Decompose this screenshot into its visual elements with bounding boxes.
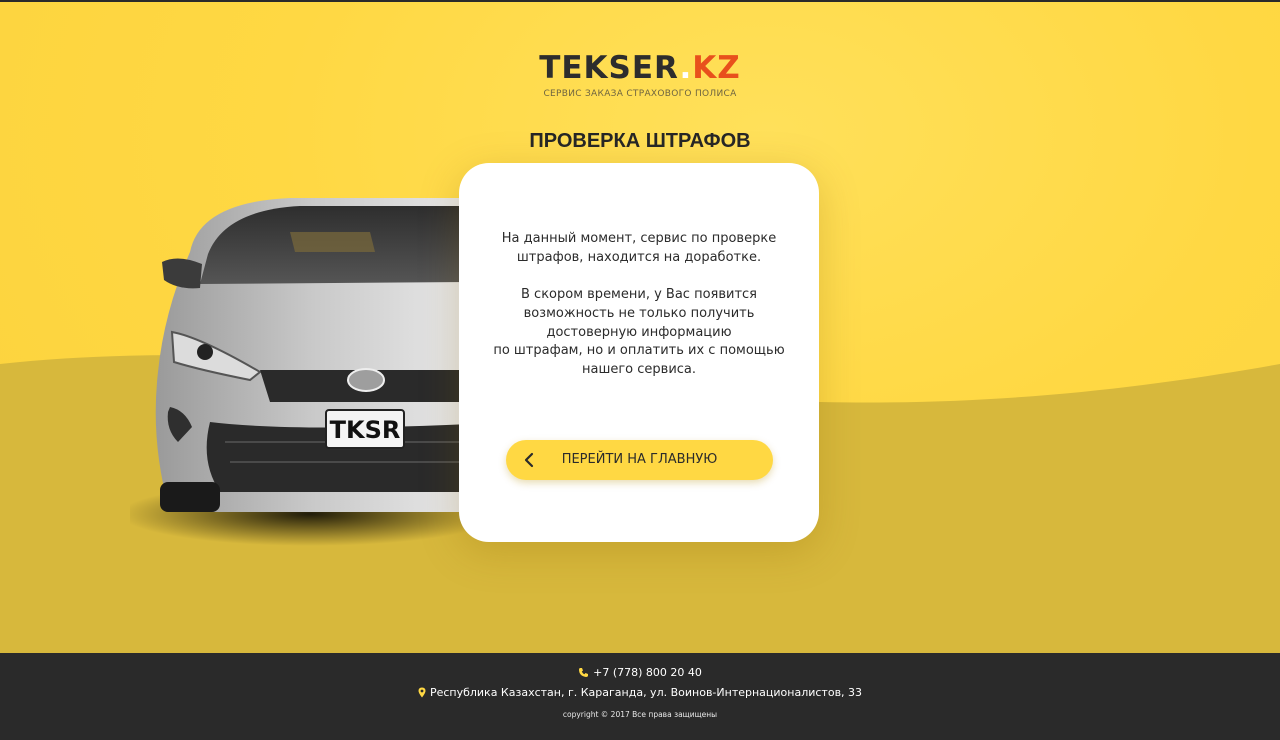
logo-tld: KZ — [692, 50, 741, 86]
message-line: штрафов, находится на доработке. — [516, 249, 762, 265]
footer-copyright: copyright © 2017 Все права защищены — [562, 710, 718, 719]
back-to-home-button[interactable]: ПЕРЕЙТИ НА ГЛАВНУЮ — [506, 440, 773, 480]
logo-name: TEKSER — [539, 50, 680, 86]
footer-phone-row[interactable]: +7 (778) 800 20 40 — [0, 666, 1280, 679]
message-line: возможность не только получить — [523, 305, 755, 321]
message-line: достоверную информацию — [546, 324, 732, 340]
logo[interactable]: TEKSER.KZ — [0, 50, 1280, 86]
car-illustration: TKSR — [130, 198, 470, 546]
info-card: На данный момент, сервис по проверке штр… — [459, 163, 819, 542]
message-line: по штрафам, но и оплатить их с помощью — [493, 343, 785, 359]
logo-tagline: СЕРВИС ЗАКАЗА СТРАХОВОГО ПОЛИСА — [543, 89, 737, 99]
message-line: В скором времени, у Вас появится — [521, 287, 757, 303]
map-pin-icon — [418, 687, 426, 698]
message-line: нашего сервиса. — [581, 361, 697, 377]
hero-section: TEKSER.KZ СЕРВИС ЗАКАЗА СТРАХОВОГО ПОЛИС… — [0, 2, 1280, 653]
footer: +7 (778) 800 20 40 Республика Казахстан,… — [0, 653, 1280, 740]
logo-dot: . — [679, 50, 693, 86]
message-line: На данный момент, сервис по проверке — [501, 231, 777, 246]
footer-phone: +7 (778) 800 20 40 — [593, 666, 702, 679]
footer-address-row: Республика Казахстан, г. Караганда, ул. … — [0, 686, 1280, 699]
phone-icon — [579, 668, 589, 677]
footer-address: Республика Казахстан, г. Караганда, ул. … — [429, 686, 863, 699]
back-button-label: ПЕРЕЙТИ НА ГЛАВНУЮ — [561, 452, 718, 467]
page-title: ПРОВЕРКА ШТРАФОВ — [529, 130, 751, 152]
license-plate: TKSR — [330, 416, 401, 444]
service-message: На данный момент, сервис по проверке штр… — [459, 230, 819, 380]
